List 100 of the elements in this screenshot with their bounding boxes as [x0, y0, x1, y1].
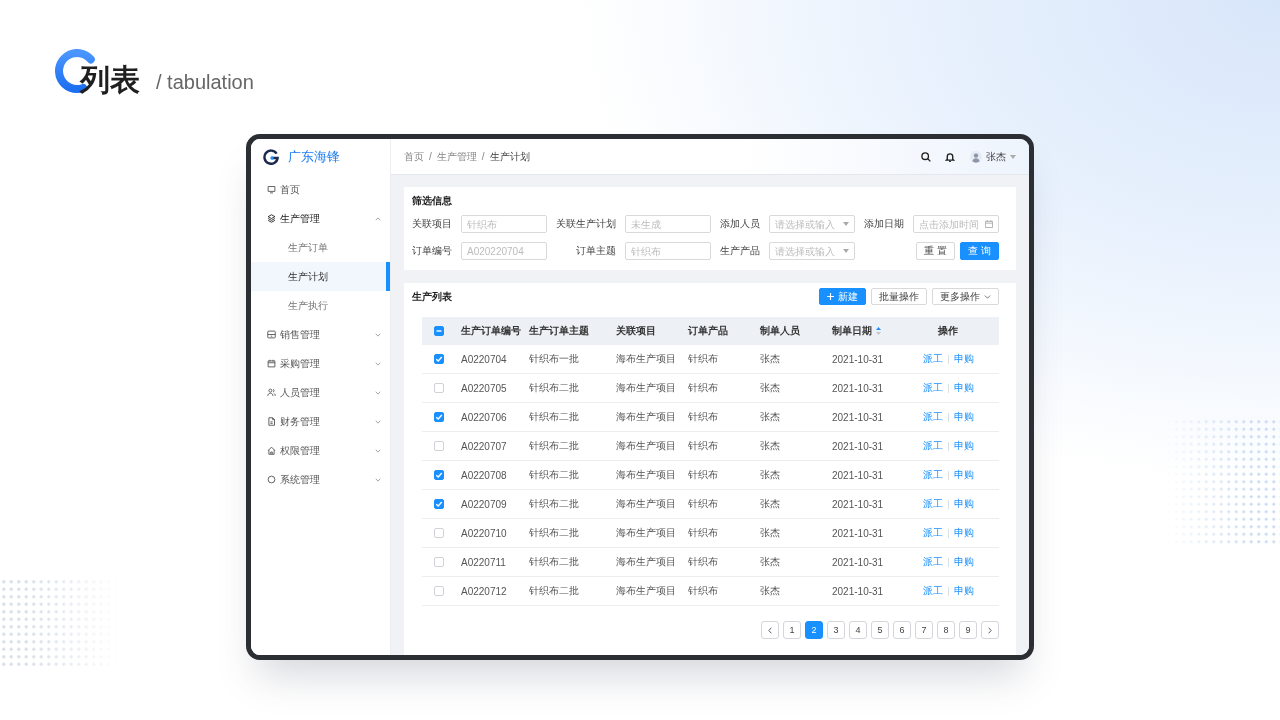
- row-checkbox[interactable]: [434, 412, 444, 422]
- action-link[interactable]: 派工: [922, 497, 943, 511]
- reset-button[interactable]: 重 置: [916, 242, 956, 260]
- menu-item[interactable]: 人员管理: [251, 378, 390, 407]
- new-button[interactable]: 新建: [819, 288, 866, 305]
- action-link[interactable]: 申购: [953, 526, 974, 540]
- table-cell: 海布生产项目: [616, 498, 676, 509]
- action-link[interactable]: 申购: [953, 555, 974, 569]
- row-checkbox[interactable]: [434, 354, 444, 364]
- avatar-icon[interactable]: [970, 150, 982, 163]
- menu-item[interactable]: 财务管理: [251, 407, 390, 436]
- table-cell: 2021-10-31: [832, 382, 884, 394]
- row-checkbox[interactable]: [434, 383, 444, 393]
- row-checkbox[interactable]: [434, 470, 444, 480]
- sort-icon[interactable]: [876, 327, 881, 335]
- field-label: 关联生产计划: [556, 217, 616, 231]
- table-cell: 针织布二批: [529, 440, 579, 451]
- action-link[interactable]: 派工: [922, 439, 943, 453]
- action-link[interactable]: 派工: [922, 555, 943, 569]
- page-button[interactable]: 2: [805, 621, 823, 639]
- action-link[interactable]: 派工: [922, 584, 943, 598]
- table-cell: 2021-10-31: [832, 498, 884, 510]
- action-link[interactable]: 申购: [953, 497, 974, 511]
- action-link[interactable]: 申购: [953, 468, 974, 482]
- monitor-icon: [267, 185, 276, 194]
- page-button[interactable]: 5: [871, 621, 889, 639]
- submenu-item[interactable]: 生产计划: [251, 262, 390, 291]
- breadcrumb-link[interactable]: 生产管理: [436, 149, 477, 164]
- table-cell: 张杰: [760, 382, 780, 393]
- menu-item[interactable]: 销售管理: [251, 320, 390, 349]
- breadcrumb-link[interactable]: 首页: [404, 149, 424, 164]
- breadcrumb-separator: /: [481, 151, 485, 162]
- select-all-checkbox[interactable]: [434, 326, 444, 336]
- action-link[interactable]: 派工: [922, 468, 943, 482]
- page-button[interactable]: 8: [937, 621, 955, 639]
- table-cell: 张杰: [760, 556, 780, 567]
- table-cell: A0220707: [461, 440, 507, 452]
- bell-icon[interactable]: [945, 151, 955, 162]
- breadcrumb-separator: /: [429, 151, 432, 162]
- field-label: 关联项目: [412, 217, 452, 231]
- action-link[interactable]: 申购: [953, 381, 974, 395]
- page-button[interactable]: 6: [893, 621, 911, 639]
- batch-button[interactable]: 批量操作: [871, 288, 927, 305]
- table-cell: 针织布: [688, 469, 718, 480]
- menu-item[interactable]: 首页: [251, 175, 390, 204]
- more-actions-button[interactable]: 更多操作: [932, 288, 999, 305]
- search-icon[interactable]: [921, 151, 931, 162]
- text-field[interactable]: 针织布: [461, 215, 547, 233]
- page-button[interactable]: 9: [959, 621, 977, 639]
- table-cell: 张杰: [760, 469, 780, 480]
- menu-item[interactable]: 采购管理: [251, 349, 390, 378]
- action-link[interactable]: 派工: [922, 410, 943, 424]
- table-cell: 针织布: [688, 498, 718, 509]
- page-button[interactable]: 1: [783, 621, 801, 639]
- query-button[interactable]: 查 询: [960, 242, 999, 260]
- table-cell: A0220712: [461, 585, 507, 597]
- chevron-down-icon: [984, 294, 991, 299]
- column-header: 订单产品: [688, 324, 728, 338]
- action-link[interactable]: 派工: [922, 352, 943, 366]
- table-cell: 针织布二批: [529, 556, 579, 567]
- row-checkbox[interactable]: [434, 441, 444, 451]
- submenu-item[interactable]: 生产执行: [251, 291, 390, 320]
- row-checkbox[interactable]: [434, 528, 444, 538]
- table-cell: 2021-10-31: [832, 556, 884, 568]
- layers-icon: [267, 214, 276, 223]
- action-link[interactable]: 派工: [922, 526, 943, 540]
- table-cell: A0220708: [461, 469, 507, 481]
- table-cell: 针织布二批: [529, 527, 579, 538]
- row-checkbox[interactable]: [434, 586, 444, 596]
- next-page-button[interactable]: [981, 621, 999, 639]
- row-checkbox[interactable]: [434, 557, 444, 567]
- table-cell: 张杰: [760, 498, 780, 509]
- menu-item[interactable]: 权限管理: [251, 436, 390, 465]
- page-title: 列表: [80, 64, 140, 96]
- text-field[interactable]: 针织布: [625, 242, 711, 260]
- page-button[interactable]: 3: [827, 621, 845, 639]
- action-link[interactable]: 申购: [953, 410, 974, 424]
- action-link[interactable]: 申购: [953, 584, 974, 598]
- menu-item[interactable]: 系统管理: [251, 465, 390, 494]
- chevron-right-icon: [988, 626, 992, 634]
- menu-item[interactable]: 生产管理: [251, 204, 390, 233]
- select-field[interactable]: 请选择或输入: [769, 242, 855, 260]
- users-icon: [267, 388, 276, 397]
- row-checkbox[interactable]: [434, 499, 444, 509]
- calendar-icon: [267, 359, 276, 368]
- select-field[interactable]: 请选择或输入: [769, 215, 855, 233]
- caret-down-icon[interactable]: [1010, 154, 1016, 159]
- table-cell: 针织布: [688, 556, 718, 567]
- action-link[interactable]: 派工: [922, 381, 943, 395]
- text-field[interactable]: A020220704: [461, 242, 547, 260]
- user-name[interactable]: 张杰: [986, 149, 1006, 164]
- submenu-item[interactable]: 生产订单: [251, 233, 390, 262]
- previous-page-button[interactable]: [761, 621, 779, 639]
- table-cell: 针织布: [688, 411, 718, 422]
- action-link[interactable]: 申购: [953, 352, 974, 366]
- page-button[interactable]: 4: [849, 621, 867, 639]
- caret-down-icon: [843, 249, 849, 253]
- breadcrumb-link[interactable]: 生产计划: [489, 149, 530, 164]
- page-button[interactable]: 7: [915, 621, 933, 639]
- action-link[interactable]: 申购: [953, 439, 974, 453]
